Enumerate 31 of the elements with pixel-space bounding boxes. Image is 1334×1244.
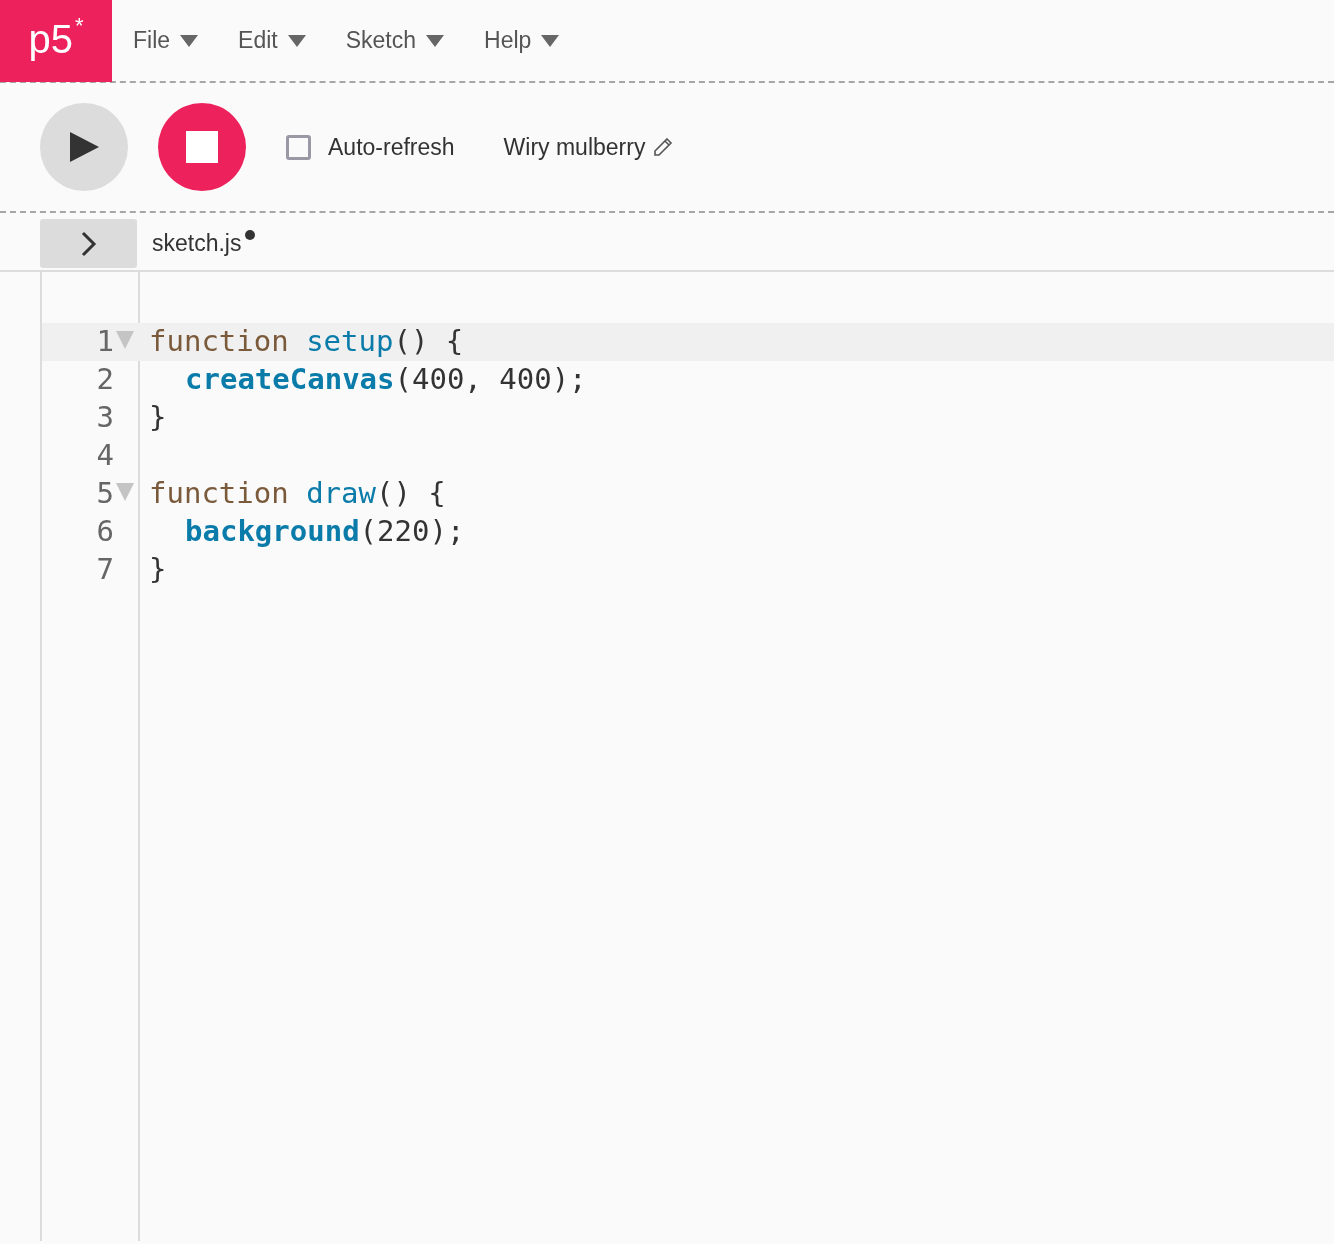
p5-logo[interactable]: p5* [0,0,112,82]
line-number: 6 [96,513,114,551]
code-line: function setup() { [149,323,464,361]
menu-item[interactable]: Sketch [345,23,445,58]
code-line: function draw() { [149,475,446,513]
line-number: 7 [96,551,114,589]
caret-icon [426,34,445,47]
menu-item[interactable]: File [133,23,199,58]
menu-item[interactable]: Help [484,23,560,58]
caret-icon [541,34,560,47]
sidebar-toggle[interactable] [40,219,137,268]
caret-icon [180,34,199,47]
code-line: createCanvas(400, 400); [185,361,587,399]
play-icon [68,131,100,163]
line-number: 5 [96,475,114,513]
chevron-right-icon [80,230,97,257]
code-line: } [149,399,167,437]
line-number: 1 [96,323,114,361]
line-number: 2 [96,361,114,399]
code-line: } [149,551,167,589]
caret-icon [287,34,306,47]
file-tab[interactable]: sketch.js [152,226,256,261]
pencil-icon[interactable] [653,137,674,157]
menu-item[interactable]: Edit [238,23,306,58]
stop-icon [186,131,218,163]
code-line: background(220); [185,513,465,551]
sketch-name[interactable]: Wiry mulberry [503,129,646,165]
line-number: 4 [96,437,114,475]
line-number: 3 [96,399,114,437]
checkbox[interactable] [286,134,311,160]
auto-refresh-label: Auto-refresh [328,132,455,162]
